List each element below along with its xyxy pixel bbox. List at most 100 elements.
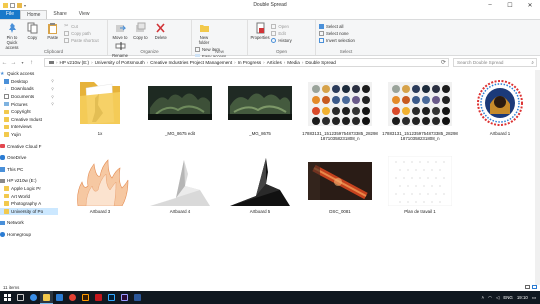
nav-item-documents[interactable]: Documents ⚲ <box>0 93 58 101</box>
nav-item-university[interactable]: University of Po <box>0 207 58 216</box>
nav-item-onedrive[interactable]: OneDrive <box>0 154 58 162</box>
forward-arrow-icon[interactable]: → <box>9 60 18 66</box>
recent-locations-icon[interactable]: ▾ <box>18 60 27 65</box>
nav-item-apple-logic[interactable]: Apple Logic Pr <box>0 185 58 193</box>
properties-button[interactable]: Properties <box>250 22 270 40</box>
large-icons-view-icon[interactable] <box>532 285 537 289</box>
breadcrumb-item[interactable]: HP v210w (E:) <box>60 60 90 65</box>
premiere-icon[interactable] <box>118 291 131 304</box>
nav-item-desktop[interactable]: Desktop ⚲ <box>0 78 58 86</box>
task-view-icon[interactable] <box>14 291 27 304</box>
word-icon[interactable] <box>131 291 144 304</box>
edge-browser-icon[interactable] <box>27 291 40 304</box>
nav-item-downloads[interactable]: ↓ Downloads ⚲ <box>0 85 58 93</box>
homegroup-icon <box>0 232 5 237</box>
details-view-icon[interactable] <box>525 285 530 289</box>
chrome-icon[interactable] <box>66 291 79 304</box>
computer-icon <box>0 167 5 172</box>
close-button[interactable]: ✕ <box>520 0 540 10</box>
select-group: Select all Select none Invert selection … <box>316 20 376 55</box>
copy-path-button[interactable]: Copy path <box>64 30 98 36</box>
pin-icon: ⚲ <box>51 86 54 91</box>
back-arrow-icon[interactable]: ← <box>0 60 9 66</box>
invert-selection-icon <box>319 37 324 43</box>
nav-item-network[interactable]: Network <box>0 219 58 227</box>
breadcrumb-item[interactable]: Creative Industries Project Management <box>150 60 232 65</box>
pictures-icon <box>4 101 9 107</box>
illustrator-icon[interactable] <box>79 291 92 304</box>
nav-item-this-pc[interactable]: This PC <box>0 166 58 174</box>
search-input[interactable]: Search Double Spread ⌕ <box>453 58 537 67</box>
file-name: DSC_0081 <box>329 209 351 214</box>
nav-item-photography[interactable]: Photography A <box>0 200 58 208</box>
nav-item-yujin[interactable]: Yujin <box>0 131 58 139</box>
new-folder-icon <box>199 25 209 32</box>
tab-home[interactable]: Home <box>20 10 48 19</box>
acrobat-icon[interactable] <box>92 291 105 304</box>
copy-button[interactable]: Copy <box>23 22 41 40</box>
nav-item-creative-cloud[interactable]: Creative Cloud F <box>0 142 58 150</box>
start-button[interactable] <box>0 291 14 304</box>
breadcrumb-separator: › <box>234 60 236 65</box>
creative-cloud-icon <box>0 143 5 149</box>
photoshop-icon[interactable] <box>105 291 118 304</box>
image-thumbnail <box>148 86 212 120</box>
clock[interactable]: 19:10 <box>517 295 528 300</box>
nav-item-creative-industries[interactable]: Creative Indust <box>0 116 58 124</box>
address-bar: ← → ▾ ↑ › HP v210w (E:) › University of … <box>0 57 540 68</box>
select-all-button[interactable]: Select all <box>319 23 355 29</box>
nav-item-copyright[interactable]: Copyright <box>0 108 58 116</box>
breadcrumb-separator: › <box>146 60 149 65</box>
select-none-button[interactable]: Select none <box>319 30 355 36</box>
breadcrumb-item[interactable]: Articles <box>267 60 282 65</box>
breadcrumb-item[interactable]: Double Spread <box>305 60 336 65</box>
breadcrumb-separator: › <box>283 60 286 65</box>
nav-item-homegroup[interactable]: Homegroup <box>0 231 58 239</box>
new-folder-button[interactable]: New folder <box>195 22 213 45</box>
refresh-icon[interactable]: ⟳ <box>441 59 446 66</box>
tab-view[interactable]: View <box>73 10 96 19</box>
invert-selection-button[interactable]: Invert selection <box>319 37 355 43</box>
history-button[interactable]: History <box>271 37 292 43</box>
drive-icon <box>0 178 5 184</box>
breadcrumb-item[interactable]: University of Portsmouth <box>95 60 145 65</box>
breadcrumb-item[interactable]: In Progress <box>238 60 262 65</box>
nav-item-drive[interactable]: HP v210w (E:) <box>0 177 58 185</box>
ribbon: Pin to Quick access Copy Paste ✂ Cut Copy… <box>0 19 540 59</box>
wifi-icon[interactable]: ◠ <box>488 295 492 301</box>
file-name: 17883131_1512359754873385_28298187103582… <box>382 131 458 142</box>
breadcrumb-item[interactable]: Media <box>287 60 300 65</box>
nav-item-pictures[interactable]: Pictures ⚲ <box>0 100 58 108</box>
star-icon: ★ <box>0 70 5 77</box>
breadcrumb[interactable]: › HP v210w (E:) › University of Portsmou… <box>44 58 449 67</box>
maximize-button[interactable]: ☐ <box>500 0 520 10</box>
cut-button[interactable]: ✂ Cut <box>64 23 98 29</box>
paste-button[interactable]: Paste <box>44 22 62 40</box>
scrollbar[interactable] <box>535 70 540 285</box>
folder-icon <box>4 186 9 191</box>
cloud-icon <box>0 155 5 160</box>
volume-icon[interactable]: ◁ <box>496 295 499 301</box>
tab-share[interactable]: Share <box>47 10 72 19</box>
delete-button[interactable]: Delete <box>152 22 170 40</box>
drive-icon <box>49 61 54 64</box>
paste-shortcut-button[interactable]: Paste shortcut <box>64 37 99 43</box>
store-icon[interactable] <box>53 291 66 304</box>
tab-file[interactable]: File <box>0 10 21 19</box>
move-to-button[interactable]: Move to <box>111 22 129 40</box>
language-indicator[interactable]: ENG <box>503 295 513 300</box>
file-explorer-taskbar-icon[interactable] <box>40 291 53 304</box>
scissors-icon: ✂ <box>64 22 69 29</box>
up-arrow-icon[interactable]: ↑ <box>27 60 36 66</box>
copy-to-button[interactable]: Copy to <box>131 22 149 40</box>
chevron-up-icon[interactable]: ˄ <box>482 295 485 300</box>
folder-icon <box>80 82 120 125</box>
nav-item-art-world[interactable]: Art World <box>0 192 58 200</box>
nav-quick-access[interactable]: ★ Quick access <box>0 70 58 78</box>
open-button[interactable]: Open <box>271 23 291 29</box>
edit-button[interactable]: Edit <box>271 30 291 36</box>
nav-item-interviews[interactable]: Interviews <box>0 123 58 131</box>
notifications-icon[interactable]: ▭ <box>532 295 536 301</box>
pin-to-quick-access-button[interactable]: Pin to Quick access <box>3 22 21 50</box>
minimize-button[interactable]: – <box>480 0 500 10</box>
